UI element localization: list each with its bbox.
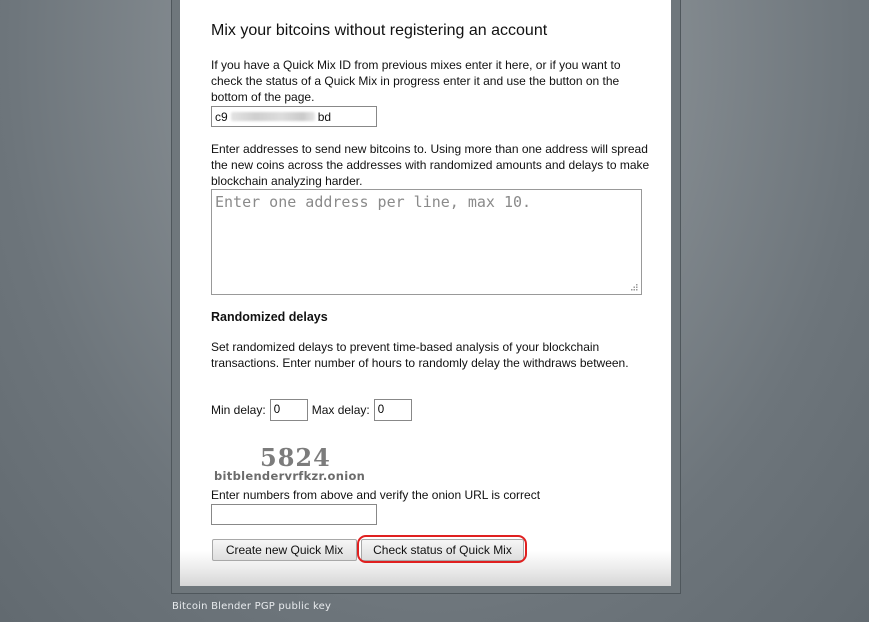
captcha-digits: 5824 <box>260 443 331 472</box>
captcha-image: 5824 bitblendervrfkzr.onion <box>213 442 366 484</box>
min-delay-label: Min delay: <box>211 403 266 417</box>
quickmix-id-suffix: bd <box>317 109 332 124</box>
max-delay-input[interactable] <box>373 399 412 421</box>
captcha-input[interactable] <box>211 504 377 525</box>
pgp-key-link[interactable]: Bitcoin Blender PGP public key <box>172 601 331 612</box>
check-status-button[interactable]: Check status of Quick Mix <box>361 539 524 561</box>
quickmix-id-prefix: c9 <box>215 109 228 124</box>
max-delay-label: Max delay: <box>311 403 370 417</box>
delays-description: Set randomized delays to prevent time-ba… <box>211 340 629 370</box>
delays-heading: Randomized delays <box>211 310 328 324</box>
addresses-description: Enter addresses to send new bitcoins to.… <box>211 142 650 188</box>
captcha-label: Enter numbers from above and verify the … <box>211 488 541 502</box>
quickmix-id-input[interactable]: c9 bd <box>211 106 377 127</box>
redacted-id-blur <box>230 112 315 121</box>
form-heading: Mix your bitcoins without registering an… <box>211 22 548 39</box>
resize-grip-icon[interactable] <box>629 282 639 292</box>
min-delay-input[interactable] <box>269 399 308 421</box>
delay-row: Min delay: Max delay: <box>211 399 416 421</box>
quickmix-description: If you have a Quick Mix ID from previous… <box>211 58 621 104</box>
create-quickmix-button[interactable]: Create new Quick Mix <box>212 539 357 561</box>
captcha-onion-url: bitblendervrfkzr.onion <box>214 469 366 483</box>
addresses-textarea[interactable] <box>211 189 642 295</box>
